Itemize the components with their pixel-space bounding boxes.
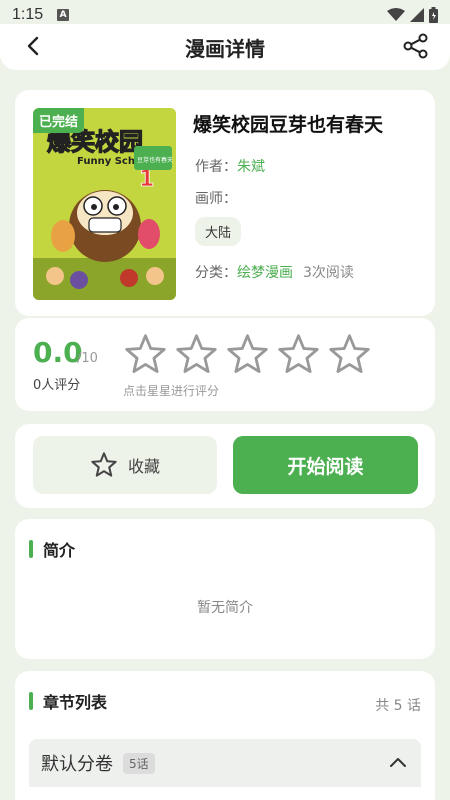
chapter-list-card: 章节列表 共 5 话 默认分卷 5话 — [15, 671, 435, 800]
share-button[interactable] — [402, 32, 430, 60]
star-icon[interactable] — [225, 332, 270, 377]
start-reading-button[interactable]: 开始阅读 — [233, 436, 418, 494]
rating-card: 0.0 /10 0人评分 点击星星进行评分 — [15, 318, 435, 411]
status-time: 1:15 — [12, 6, 44, 23]
artist-label: 画师： — [195, 191, 237, 207]
page-title: 漫画详情 — [185, 36, 265, 61]
chevron-up-icon[interactable] — [387, 752, 409, 774]
category-row: 分类：绘梦漫画 3次阅读 — [195, 262, 354, 282]
section-accent-bar — [29, 692, 33, 710]
back-button[interactable] — [22, 34, 46, 58]
comic-cover[interactable]: 爆笑校园 Funny School 1 豆芽也有春天 已完结 — [33, 108, 176, 300]
volume-name: 默认分卷 — [41, 754, 113, 775]
chapter-heading: 章节列表 — [29, 689, 107, 713]
favorite-label: 收藏 — [127, 457, 160, 476]
actions-card: 收藏 开始阅读 — [15, 424, 435, 508]
star-icon[interactable] — [327, 332, 372, 377]
intro-heading: 简介 — [29, 537, 75, 561]
artist-row: 画师： — [195, 188, 237, 208]
notification-icon: A — [57, 9, 70, 21]
author-link[interactable]: 朱斌 — [237, 159, 265, 175]
intro-heading-text: 简介 — [43, 541, 76, 560]
star-icon[interactable] — [276, 332, 321, 377]
category-link[interactable]: 绘梦漫画 — [237, 265, 293, 281]
chapter-heading-text: 章节列表 — [43, 693, 108, 712]
completed-badge: 已完结 — [33, 108, 85, 133]
star-icon[interactable] — [174, 332, 219, 377]
category-label: 分类： — [195, 265, 237, 281]
author-label: 作者： — [195, 159, 237, 175]
comic-info-card: 爆笑校园 Funny School 1 豆芽也有春天 已完结 爆笑校园豆芽也有春… — [15, 90, 435, 316]
volume-row[interactable]: 默认分卷 5话 — [29, 739, 421, 787]
star-icon[interactable] — [123, 332, 168, 377]
comic-title: 爆笑校园豆芽也有春天 — [193, 114, 384, 136]
top-app-bar: 漫画详情 — [0, 24, 450, 70]
star-outline-icon — [91, 452, 117, 477]
rating-max: /10 — [77, 351, 98, 366]
start-reading-label: 开始阅读 — [287, 455, 364, 478]
cover-illustration: 爆笑校园 Funny School 1 豆芽也有春天 — [33, 108, 176, 300]
rating-hint: 点击星星进行评分 — [123, 384, 220, 398]
rater-count: 0人评分 — [33, 378, 81, 393]
intro-card: 简介 暂无简介 — [15, 519, 435, 659]
volume-chapter-badge: 5话 — [123, 752, 155, 774]
region-tag[interactable]: 大陆 — [195, 217, 242, 246]
signal-icon — [410, 8, 424, 22]
star-rating — [123, 332, 372, 377]
author-row: 作者：朱斌 — [195, 156, 265, 176]
rating-score: 0.0 — [33, 336, 83, 369]
cover-side-text: 豆芽也有春天 — [137, 156, 173, 164]
battery-icon — [429, 7, 438, 23]
cover-volume-number: 1 — [139, 167, 154, 192]
read-count: 3次阅读 — [303, 265, 354, 281]
section-accent-bar — [29, 540, 33, 558]
favorite-button[interactable]: 收藏 — [33, 436, 217, 494]
intro-empty-text: 暂无简介 — [197, 600, 253, 616]
wifi-icon — [387, 8, 405, 21]
chapter-count: 共 5 话 — [375, 698, 421, 714]
